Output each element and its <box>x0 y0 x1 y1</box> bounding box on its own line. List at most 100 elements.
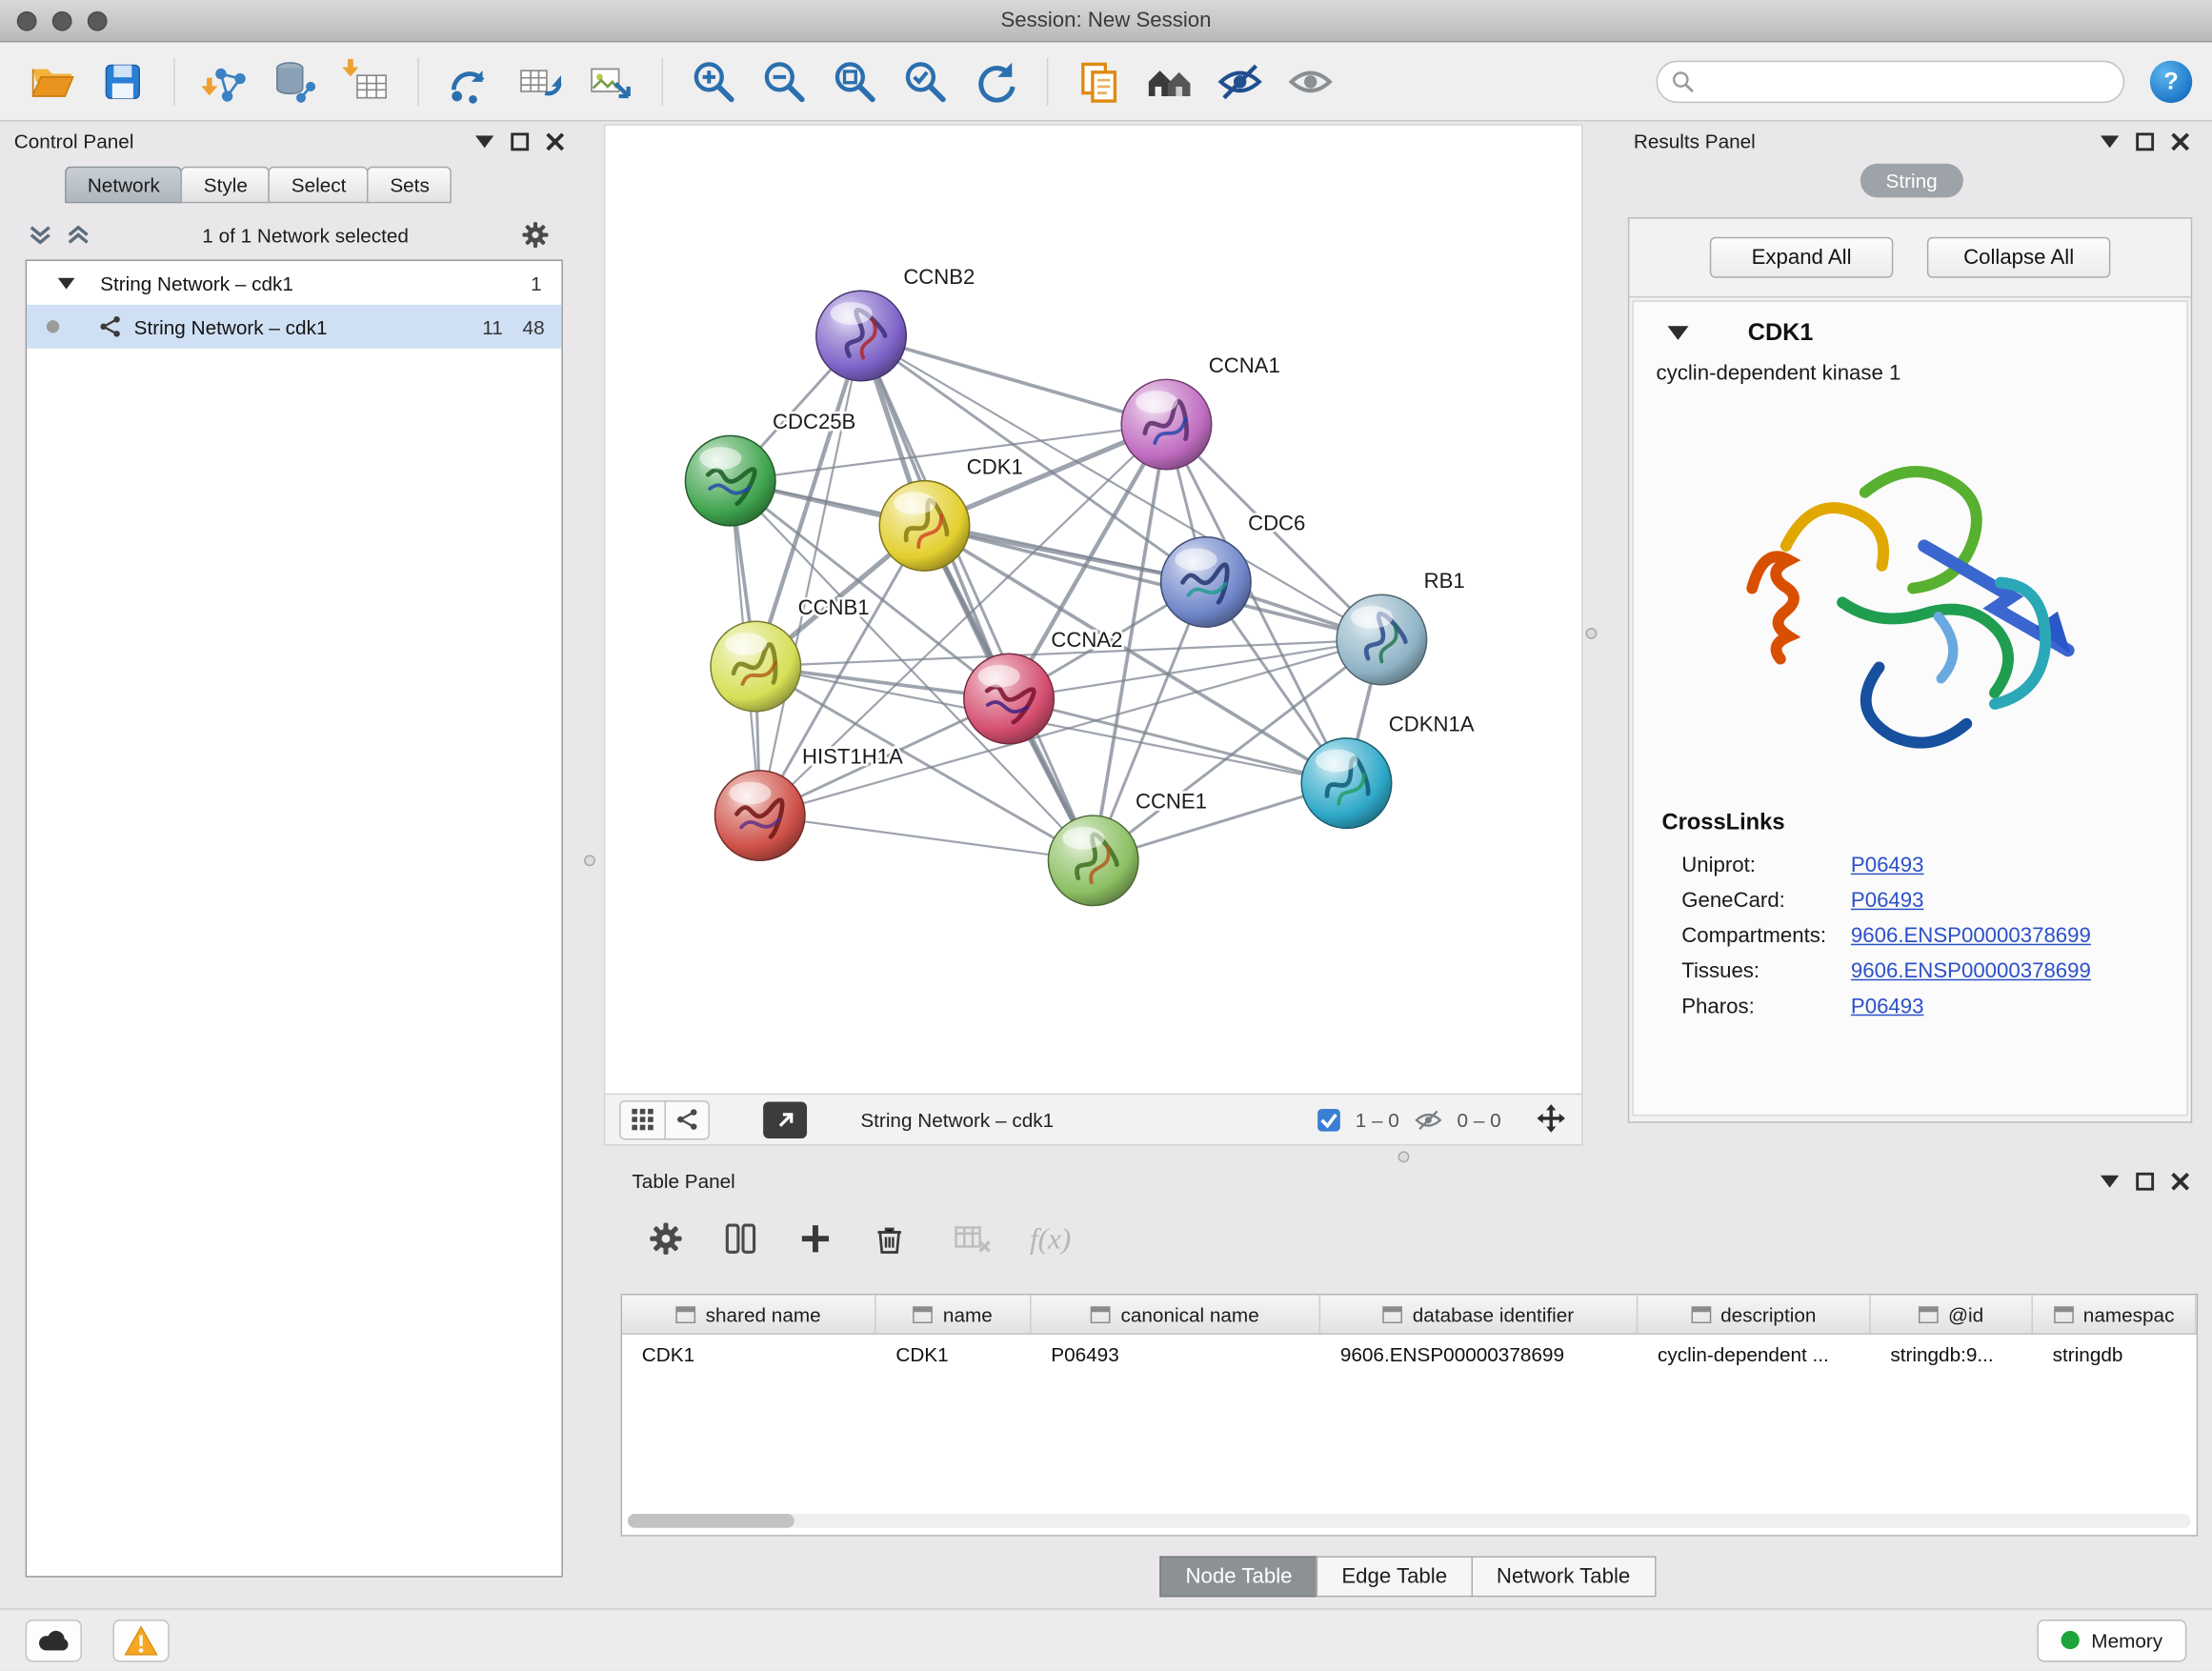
panel-menu-icon[interactable] <box>2101 134 2119 147</box>
right-splitter-handle[interactable] <box>1585 628 1597 639</box>
table-horizontal-scrollbar[interactable] <box>628 1514 2191 1528</box>
export-image-button[interactable] <box>578 49 643 113</box>
network-list-toolbar: 1 of 1 Network selected <box>14 220 565 250</box>
float-panel-icon[interactable] <box>2136 131 2154 150</box>
crosslink-value[interactable]: P06493 <box>1851 995 2186 1018</box>
float-panel-icon[interactable] <box>2136 1172 2154 1190</box>
column-header-shared-name[interactable]: shared name <box>622 1295 876 1333</box>
pan-move-icon[interactable] <box>1535 1103 1567 1136</box>
import-network-file-button[interactable] <box>193 49 258 113</box>
network-tree: String Network – cdk1 1 String Network –… <box>26 259 563 1577</box>
close-panel-icon[interactable] <box>546 131 564 150</box>
gear-icon[interactable] <box>520 220 550 250</box>
column-header-description[interactable]: description <box>1638 1295 1870 1333</box>
import-table-button[interactable] <box>334 49 399 113</box>
network-node[interactable]: CDC6 <box>1161 511 1306 627</box>
table-settings-gear-icon[interactable] <box>648 1220 685 1258</box>
save-session-button[interactable] <box>90 49 155 113</box>
column-header-name[interactable]: name <box>876 1295 1032 1333</box>
network-node[interactable]: CDKN1A <box>1301 712 1475 828</box>
network-status-dot <box>47 320 59 332</box>
crosslink-value[interactable]: 9606.ENSP00000378699 <box>1851 924 2186 948</box>
zoom-out-button[interactable] <box>752 49 816 113</box>
section-collapse-icon[interactable] <box>1667 326 1688 340</box>
cloud-button[interactable] <box>26 1619 82 1661</box>
open-session-button[interactable] <box>20 49 85 113</box>
network-row[interactable]: String Network – cdk1 11 48 <box>27 305 561 349</box>
new-network-button[interactable] <box>437 49 502 113</box>
column-header--id[interactable]: @id <box>1871 1295 2033 1333</box>
refresh-view-button[interactable] <box>963 49 1028 113</box>
zoom-selected-button[interactable] <box>893 49 957 113</box>
toolbar-search[interactable] <box>1657 60 2125 102</box>
crosslinks-title: CrossLinks <box>1634 792 2187 848</box>
network-node[interactable]: CCNA1 <box>1121 353 1280 470</box>
table-cell[interactable]: P06493 <box>1032 1342 1321 1365</box>
string-tab-badge[interactable]: String <box>1860 164 1962 198</box>
legacy-home-button[interactable] <box>1137 49 1202 113</box>
maximize-window-button[interactable] <box>88 11 108 31</box>
help-button[interactable]: ? <box>2150 60 2192 102</box>
show-graphics-details-button[interactable] <box>1278 49 1343 113</box>
show-columns-icon[interactable] <box>722 1220 759 1258</box>
collection-expander-icon[interactable] <box>58 277 75 289</box>
network-from-table-button[interactable] <box>508 49 573 113</box>
collapse-all-icon[interactable] <box>29 224 52 245</box>
scrollbar-thumb[interactable] <box>628 1514 794 1528</box>
column-header-namespac[interactable]: namespac <box>2033 1295 2197 1333</box>
network-collection-row[interactable]: String Network – cdk1 1 <box>27 261 561 305</box>
column-header-canonical-name[interactable]: canonical name <box>1032 1295 1321 1333</box>
copy-style-button[interactable] <box>1067 49 1132 113</box>
expand-all-icon[interactable] <box>67 224 90 245</box>
panel-menu-icon[interactable] <box>475 134 493 147</box>
tab-node-table[interactable]: Node Table <box>1160 1556 1317 1597</box>
collapse-all-button[interactable]: Collapse All <box>1927 237 2111 278</box>
tab-network-table[interactable]: Network Table <box>1471 1556 1656 1597</box>
detach-view-button[interactable] <box>763 1101 807 1138</box>
warnings-button[interactable] <box>112 1619 169 1661</box>
crosslink-value[interactable]: 9606.ENSP00000378699 <box>1851 959 2186 983</box>
crosslink-value[interactable]: P06493 <box>1851 889 2186 913</box>
tab-network[interactable]: Network <box>65 167 182 204</box>
crosslink-value[interactable]: P06493 <box>1851 854 2186 877</box>
column-header-database-identifier[interactable]: database identifier <box>1320 1295 1638 1333</box>
panel-menu-icon[interactable] <box>2101 1175 2119 1187</box>
search-input[interactable] <box>1704 70 2109 92</box>
tab-style[interactable]: Style <box>181 167 270 204</box>
zoom-in-button[interactable] <box>681 49 746 113</box>
import-network-database-button[interactable] <box>264 49 329 113</box>
table-cell[interactable]: stringdb <box>2033 1342 2197 1365</box>
memory-button[interactable]: Memory <box>2038 1619 2186 1661</box>
close-window-button[interactable] <box>17 11 37 31</box>
table-cell[interactable]: stringdb:9... <box>1871 1342 2033 1365</box>
tab-select[interactable]: Select <box>269 167 369 204</box>
grid-view-button[interactable] <box>621 1101 665 1138</box>
network-node[interactable]: CCNB1 <box>711 595 870 712</box>
expand-all-button[interactable]: Expand All <box>1710 237 1894 278</box>
network-node[interactable]: RB1 <box>1337 569 1465 685</box>
table-cell[interactable]: 9606.ENSP00000378699 <box>1320 1342 1638 1365</box>
bottom-splitter-handle[interactable] <box>1398 1151 1410 1162</box>
close-panel-icon[interactable] <box>2171 131 2189 150</box>
table-cell[interactable]: cyclin-dependent ... <box>1638 1342 1870 1365</box>
minimize-window-button[interactable] <box>52 11 72 31</box>
hide-graphics-details-button[interactable] <box>1208 49 1273 113</box>
network-node[interactable]: CDK1 <box>879 454 1023 571</box>
tab-sets[interactable]: Sets <box>368 167 452 204</box>
network-canvas[interactable]: CCNB2 CCNA1 CDC25B CDK1 <box>605 126 1581 1094</box>
delete-column-icon[interactable] <box>872 1221 907 1257</box>
table-row[interactable]: CDK1CDK1P064939606.ENSP00000378699cyclin… <box>622 1335 2197 1373</box>
zoom-fit-button[interactable] <box>822 49 887 113</box>
close-panel-icon[interactable] <box>2171 1172 2189 1190</box>
save-icon <box>100 58 145 103</box>
share-icon <box>675 1107 699 1131</box>
tab-edge-table[interactable]: Edge Table <box>1317 1556 1473 1597</box>
table-cell[interactable]: CDK1 <box>876 1342 1032 1365</box>
add-column-icon[interactable] <box>797 1220 835 1258</box>
float-panel-icon[interactable] <box>511 131 529 150</box>
left-splitter-handle[interactable] <box>584 855 595 866</box>
table-cell[interactable]: CDK1 <box>622 1342 876 1365</box>
network-node[interactable]: CCNE1 <box>1048 790 1207 906</box>
network-view[interactable]: CCNB2 CCNA1 CDC25B CDK1 <box>604 124 1583 1093</box>
network-view-button[interactable] <box>664 1101 708 1138</box>
